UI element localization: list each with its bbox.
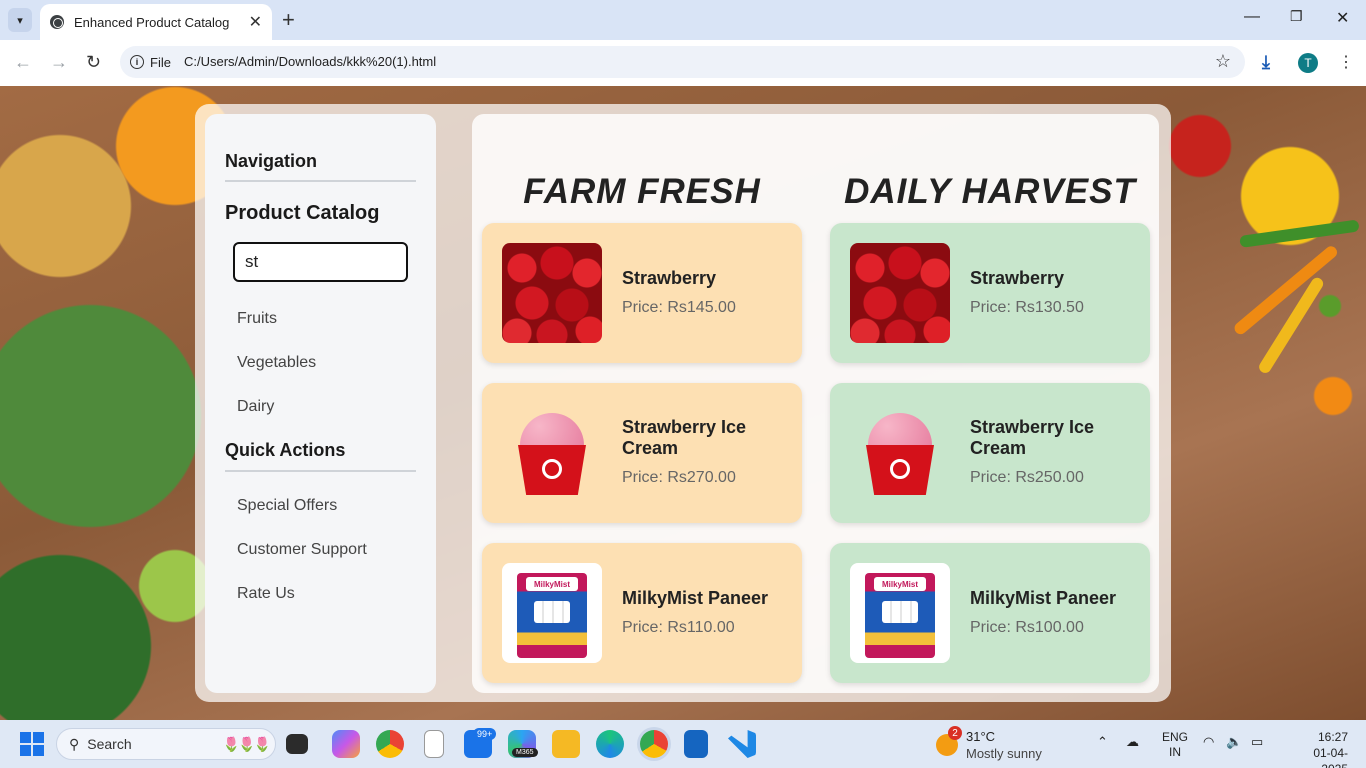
tulips-icon: 🌷🌷🌷 — [222, 735, 271, 752]
restore-button[interactable]: ❐ — [1290, 8, 1303, 25]
sidebar-item-vegetables[interactable]: Vegetables — [237, 354, 316, 372]
product-price: Price: Rs250.00 — [970, 469, 1084, 486]
product-price: Price: Rs270.00 — [622, 469, 736, 486]
product-name: MilkyMist Paneer — [622, 588, 769, 608]
product-price: Price: Rs100.00 — [970, 619, 1084, 636]
strawberry-image — [502, 243, 602, 343]
ice-cream-image — [850, 403, 950, 503]
sidebar: Navigation Product Catalog Fruits Vegeta… — [205, 114, 436, 693]
new-tab-button[interactable]: + — [282, 8, 295, 32]
product-catalog-heading: Product Catalog — [225, 202, 380, 224]
taskbar-search[interactable]: ⚲ Search 🌷🌷🌷 — [56, 728, 276, 760]
chevron-down-icon: ▾ — [17, 14, 23, 27]
product-card[interactable]: Strawberry Ice Cream Price: Rs250.00 — [830, 383, 1150, 523]
m365-label: M365 — [512, 748, 538, 757]
sidebar-item-special-offers[interactable]: Special Offers — [237, 497, 337, 515]
forward-button[interactable]: → — [50, 52, 68, 73]
tab-search-menu-button[interactable]: ▾ — [8, 8, 32, 32]
store-title-farm-fresh: FARM FRESH — [523, 172, 761, 211]
product-name: Strawberry Ice Cream — [622, 417, 747, 458]
chili-decoration — [1239, 219, 1360, 248]
paneer-image: MilkyMist — [850, 563, 950, 663]
search-input[interactable] — [233, 242, 408, 282]
minimize-button[interactable]: — — [1244, 8, 1260, 26]
file-explorer-icon[interactable] — [552, 730, 580, 758]
divider — [225, 180, 416, 182]
weather-temp: 31°C — [966, 729, 996, 744]
quick-actions-heading: Quick Actions — [225, 440, 346, 460]
paneer-image: MilkyMist — [502, 563, 602, 663]
tab-title: Enhanced Product Catalog — [74, 14, 230, 30]
browser-toolbar: ← → ↻ i File C:/Users/Admin/Downloads/kk… — [0, 40, 1366, 86]
sidebar-item-rate-us[interactable]: Rate Us — [237, 585, 295, 603]
product-name: Strawberry — [622, 268, 717, 288]
browser-menu-icon[interactable]: ⋮ — [1338, 52, 1354, 72]
product-card[interactable]: MilkyMist MilkyMist Paneer Price: Rs110.… — [482, 543, 802, 683]
divider — [225, 470, 416, 472]
language-indicator[interactable]: ENG IN — [1162, 730, 1188, 760]
lang-line1: ENG — [1162, 730, 1189, 744]
weather-desc: Mostly sunny — [966, 746, 1042, 761]
clock-time: 16:27 — [1317, 730, 1348, 744]
tab-close-button[interactable]: ✕ — [249, 12, 262, 32]
product-name: Strawberry — [970, 268, 1065, 288]
ice-cream-image — [502, 403, 602, 503]
browser-tab[interactable]: Enhanced Product Catalog ✕ — [40, 4, 272, 40]
task-view-icon[interactable] — [286, 734, 308, 754]
clock-date: 01-04-2025 — [1313, 746, 1348, 768]
site-info-button[interactable]: i File — [130, 51, 171, 73]
weather-widget[interactable]: 2 31°C Mostly sunny — [936, 726, 1066, 764]
url-text[interactable]: C:/Users/Admin/Downloads/kkk%20(1).html — [184, 54, 436, 69]
profile-avatar[interactable]: T — [1298, 53, 1318, 73]
reload-button[interactable]: ↻ — [86, 52, 101, 73]
product-card[interactable]: MilkyMist MilkyMist Paneer Price: Rs100.… — [830, 543, 1150, 683]
close-window-button[interactable]: ✕ — [1336, 8, 1349, 28]
lang-line2: IN — [1169, 745, 1181, 759]
edge-icon[interactable] — [596, 730, 624, 758]
windows-start-icon[interactable] — [20, 732, 44, 756]
mail-badge: 99+ — [473, 728, 497, 740]
battery-icon[interactable]: ▭ — [1251, 734, 1263, 750]
sidebar-item-fruits[interactable]: Fruits — [237, 310, 277, 328]
chrome-profile-icon[interactable] — [640, 730, 668, 758]
store-title-daily-harvest: DAILY HARVEST — [844, 172, 1136, 211]
strawberry-image — [850, 243, 950, 343]
cloud-icon[interactable]: ☁ — [1126, 734, 1139, 750]
globe-icon — [50, 15, 64, 29]
product-card[interactable]: Strawberry Price: Rs145.00 — [482, 223, 802, 363]
clock[interactable]: 16:27 01-04-2025 — [1300, 729, 1348, 768]
vscode-icon[interactable] — [728, 730, 756, 758]
download-icon[interactable]: ⤓ — [1262, 52, 1270, 73]
file-icon[interactable] — [424, 730, 444, 758]
back-button[interactable]: ← — [14, 52, 32, 73]
info-icon: i — [130, 55, 144, 69]
product-price: Price: Rs145.00 — [622, 299, 736, 316]
search-icon: ⚲ — [69, 735, 80, 752]
product-name: Strawberry Ice Cream — [970, 417, 1095, 458]
sidebar-item-customer-support[interactable]: Customer Support — [237, 541, 367, 559]
chrome-icon[interactable] — [376, 730, 404, 758]
product-area: FARM FRESH DAILY HARVEST Strawberry Pric… — [472, 114, 1159, 693]
taskbar: ⚲ Search 🌷🌷🌷 99+ M365 2 31°C Mostly sunn… — [0, 720, 1366, 768]
product-price: Price: Rs130.50 — [970, 299, 1084, 316]
browser-title-bar: ▾ Enhanced Product Catalog ✕ + — ❐ ✕ — [0, 0, 1366, 40]
product-card[interactable]: Strawberry Ice Cream Price: Rs270.00 — [482, 383, 802, 523]
volume-icon[interactable]: 🔈 — [1226, 734, 1242, 750]
chevron-up-icon[interactable]: ⌃ — [1097, 734, 1108, 750]
product-card[interactable]: Strawberry Price: Rs130.50 — [830, 223, 1150, 363]
copilot-icon[interactable] — [332, 730, 360, 758]
taskbar-search-label: Search — [87, 736, 132, 752]
address-bar[interactable]: i File C:/Users/Admin/Downloads/kkk%20(1… — [120, 46, 1245, 78]
product-price: Price: Rs110.00 — [622, 619, 735, 636]
file-scheme-label: File — [150, 54, 171, 70]
wifi-icon[interactable]: ◠ — [1203, 734, 1214, 750]
weather-badge: 2 — [948, 726, 962, 740]
navigation-heading: Navigation — [225, 151, 318, 171]
product-name: MilkyMist Paneer — [970, 588, 1117, 608]
sidebar-item-dairy[interactable]: Dairy — [237, 398, 274, 416]
page-background: Navigation Product Catalog Fruits Vegeta… — [0, 86, 1366, 720]
bookmark-star-icon[interactable]: ☆ — [1215, 51, 1231, 72]
notepad-icon[interactable] — [684, 730, 708, 758]
